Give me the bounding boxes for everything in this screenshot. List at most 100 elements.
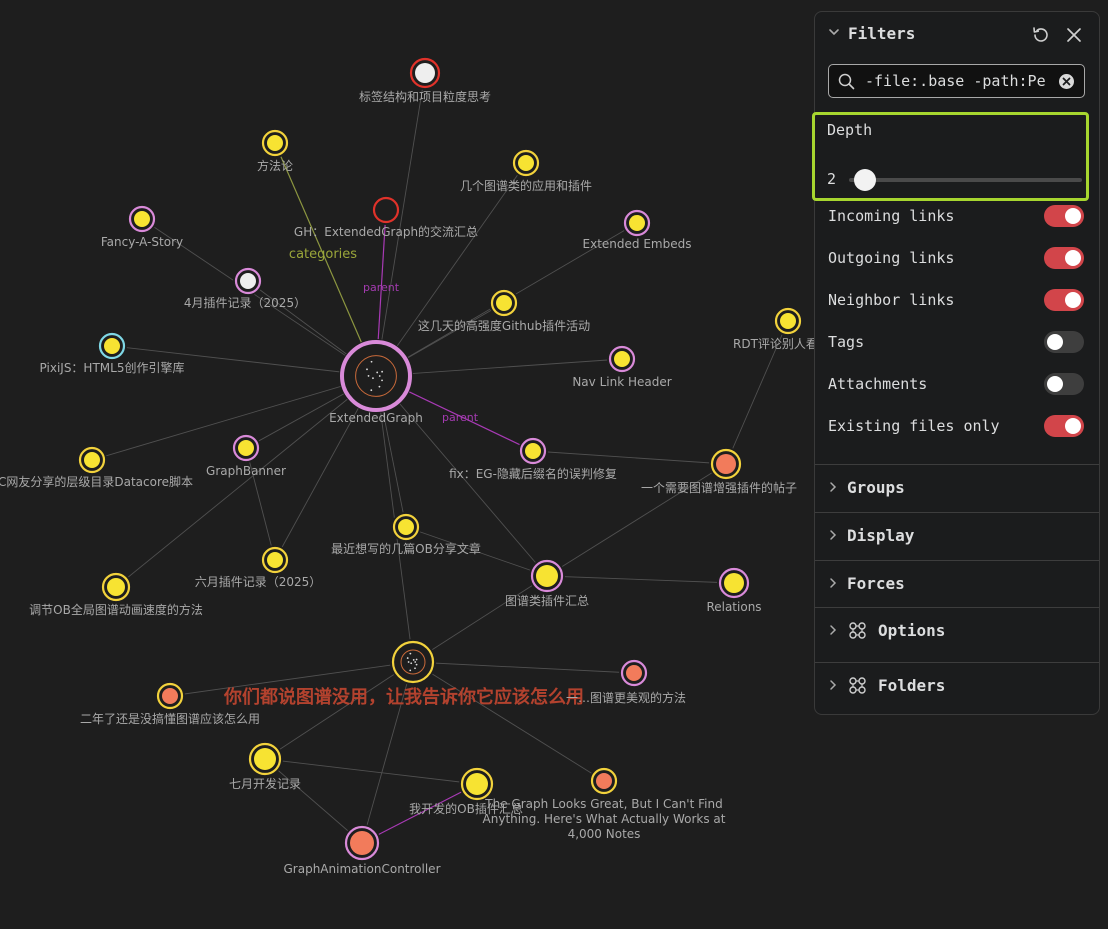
depth-slider-thumb[interactable] bbox=[854, 169, 877, 191]
filters-header[interactable]: Filters bbox=[815, 12, 1099, 56]
node-speck bbox=[378, 375, 381, 377]
node-dot bbox=[254, 748, 276, 770]
section-folders[interactable]: Folders bbox=[815, 662, 1099, 717]
node-dot bbox=[267, 135, 283, 151]
node-speck bbox=[367, 375, 370, 377]
graph-node[interactable] bbox=[619, 658, 649, 688]
graph-node[interactable] bbox=[339, 339, 413, 413]
graph-node[interactable] bbox=[511, 148, 541, 178]
section-title: Options bbox=[878, 621, 946, 640]
node-label: 方法论 bbox=[257, 158, 293, 173]
graph-node[interactable] bbox=[709, 447, 743, 481]
node-label: 一…图谱更美观的方法 bbox=[566, 690, 686, 705]
graph-node[interactable] bbox=[390, 639, 436, 685]
search-icon bbox=[838, 73, 855, 90]
node-dot bbox=[724, 573, 744, 593]
toggle-label: Existing files only bbox=[828, 417, 1000, 435]
chevron-right-icon bbox=[830, 482, 837, 492]
graph-node[interactable] bbox=[260, 545, 290, 575]
toggle-switch[interactable] bbox=[1044, 247, 1084, 269]
chevron-right-icon bbox=[830, 625, 837, 635]
graph-node[interactable] bbox=[589, 766, 619, 796]
node-dot bbox=[267, 552, 283, 568]
filters-panel: Filters Depth 2 Incoming links Outgoing l… bbox=[812, 11, 1100, 717]
node-label: 二年了还是没搞懂图谱应该怎么用 bbox=[80, 711, 260, 726]
node-speck bbox=[378, 385, 381, 388]
depth-slider[interactable] bbox=[849, 178, 1082, 182]
close-icon[interactable] bbox=[1065, 26, 1083, 44]
toggle-label: Attachments bbox=[828, 375, 928, 393]
toggle-knob bbox=[1047, 376, 1063, 392]
node-dot bbox=[415, 63, 435, 83]
filters-title: Filters bbox=[848, 24, 916, 43]
graph-node[interactable] bbox=[231, 433, 261, 463]
node-label: 你们都说图谱没用，让我告诉你它应该怎么用 bbox=[223, 686, 584, 708]
section-options[interactable]: Options bbox=[815, 607, 1099, 662]
node-speck bbox=[410, 662, 413, 665]
graph-node[interactable] bbox=[343, 824, 381, 862]
graph-node[interactable] bbox=[773, 306, 803, 336]
graph-edge bbox=[375, 162, 527, 377]
node-speck bbox=[376, 371, 379, 374]
graph-node[interactable] bbox=[408, 56, 442, 90]
node-label: GraphAnimationController bbox=[283, 862, 440, 876]
graph-edge bbox=[546, 575, 735, 584]
graph-node[interactable] bbox=[97, 331, 127, 361]
node-dot bbox=[84, 452, 100, 468]
node-label: Relations bbox=[706, 600, 761, 614]
graph-node[interactable] bbox=[607, 344, 637, 374]
node-dot bbox=[134, 211, 150, 227]
edge-label: parent bbox=[363, 281, 400, 294]
graph-node[interactable] bbox=[391, 512, 421, 542]
depth-setting: Depth 2 bbox=[812, 112, 1089, 201]
node-dot bbox=[536, 565, 558, 587]
node-dot bbox=[780, 313, 796, 329]
toggle-switch[interactable] bbox=[1044, 373, 1084, 395]
graph-icon bbox=[849, 677, 866, 694]
graph-node[interactable] bbox=[233, 266, 263, 296]
depth-value: 2 bbox=[827, 170, 837, 188]
toggle-switch[interactable] bbox=[1044, 289, 1084, 311]
node-label-line: 4,000 Notes bbox=[568, 827, 641, 841]
toggle-switch[interactable] bbox=[1044, 415, 1084, 437]
graph-node[interactable] bbox=[529, 558, 565, 594]
node-speck bbox=[409, 669, 412, 672]
toggle-knob bbox=[1065, 250, 1081, 266]
graph-node[interactable] bbox=[717, 566, 751, 600]
graph-edge bbox=[264, 758, 363, 844]
clear-search-icon[interactable] bbox=[1058, 73, 1075, 90]
chevron-right-icon bbox=[830, 530, 837, 540]
section-forces[interactable]: Forces bbox=[815, 560, 1099, 607]
section-groups[interactable]: Groups bbox=[815, 464, 1099, 511]
graph-node[interactable] bbox=[100, 571, 132, 603]
depth-label: Depth bbox=[827, 121, 873, 139]
node-dot bbox=[626, 665, 642, 681]
toggle-switch[interactable] bbox=[1044, 331, 1084, 353]
graph-node[interactable] bbox=[247, 741, 283, 777]
toggle-row-neighbor-links: Neighbor links bbox=[828, 287, 1086, 315]
graph-node[interactable] bbox=[260, 128, 290, 158]
toggle-knob bbox=[1047, 334, 1063, 350]
graph-node[interactable] bbox=[127, 204, 157, 234]
edge-label: categories bbox=[289, 247, 357, 262]
graph-labels: 标签结构和项目粒度思考方法论几个图谱类的应用和插件 GH：ExtendedGrap… bbox=[0, 89, 818, 876]
graph-node[interactable] bbox=[77, 445, 107, 475]
graph-node[interactable] bbox=[155, 681, 185, 711]
toggle-switch[interactable] bbox=[1044, 205, 1084, 227]
graph-node[interactable] bbox=[622, 208, 652, 238]
node-dot bbox=[716, 454, 736, 474]
reset-icon[interactable] bbox=[1031, 25, 1051, 45]
graph-node[interactable] bbox=[371, 195, 401, 225]
graph-edges bbox=[91, 72, 789, 844]
node-label: 七月开发记录 bbox=[229, 776, 301, 791]
graph-edge bbox=[532, 450, 727, 465]
node-label: fix：EG-隐藏后缀名的误判修复 bbox=[449, 466, 617, 481]
graph-node[interactable] bbox=[489, 288, 519, 318]
section-display[interactable]: Display bbox=[815, 512, 1099, 559]
node-dot bbox=[240, 273, 256, 289]
search-input[interactable] bbox=[865, 70, 1051, 92]
graph-node[interactable] bbox=[518, 436, 548, 466]
node-speck bbox=[370, 389, 373, 392]
node-dot bbox=[350, 831, 374, 855]
node-label: The Graph Looks Great, But I Can't Find A… bbox=[483, 797, 726, 841]
